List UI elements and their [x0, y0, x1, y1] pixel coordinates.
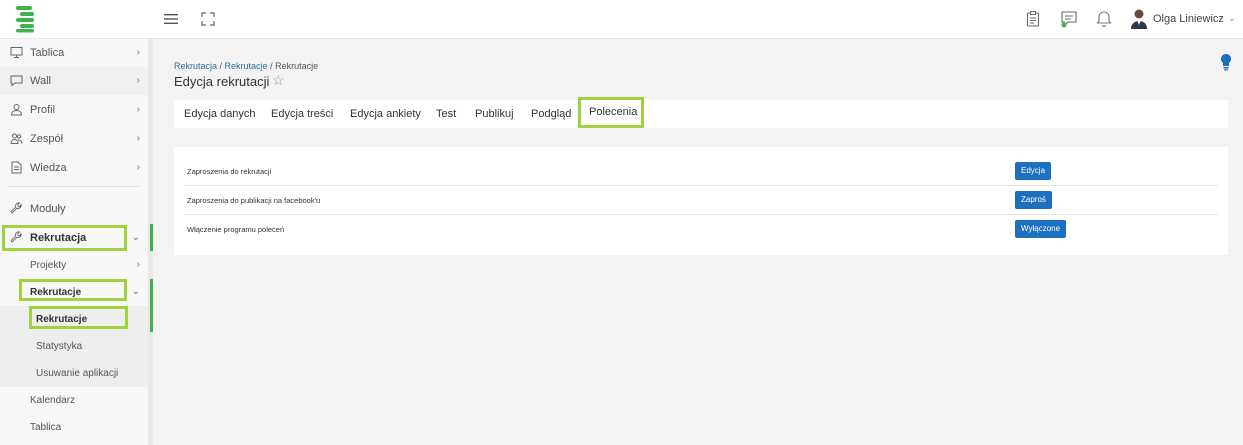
table-row: Włączenie programu poleceń Wyłączone: [184, 215, 1218, 244]
breadcrumb-link-rekrutacje[interactable]: Rekrutacje: [225, 61, 268, 71]
sidebar-item-wall[interactable]: Wall ›: [0, 67, 148, 95]
tab-edycja-danych[interactable]: Edycja danych: [184, 108, 256, 120]
lightbulb-icon[interactable]: [1220, 53, 1232, 71]
sidebar-item-wiedza[interactable]: Wiedza ›: [0, 154, 148, 182]
page-title: Edycja rekrutacji: [174, 74, 270, 89]
document-icon: [11, 161, 22, 174]
sidebar-subitem-label: Statystyka: [36, 341, 83, 352]
breadcrumb-current: Rekrutacje: [275, 61, 319, 71]
table-row: Zaproszenia do publikacji na facebook'u …: [184, 186, 1218, 215]
sidebar-subitem-label: Kalendarz: [30, 395, 76, 406]
sidebar-item-moduly[interactable]: Moduły: [0, 195, 148, 223]
chevron-right-icon: ›: [136, 133, 140, 144]
edycja-button[interactable]: Edycja: [1015, 162, 1052, 180]
chevron-down-icon: ⌄: [131, 232, 140, 243]
breadcrumb-link-rekrutacja[interactable]: Rekrutacja: [174, 61, 217, 71]
sidebar-subitem-label: Projekty: [30, 260, 67, 271]
messages-icon[interactable]: [1060, 10, 1078, 28]
chevron-right-icon: ›: [136, 162, 140, 173]
user-menu-chevron-icon[interactable]: ⌄: [1228, 13, 1236, 24]
row-label: Zaproszenia do rekrutacji: [187, 167, 272, 176]
chevron-right-icon: ›: [136, 75, 140, 86]
chevron-down-icon: ⌄: [131, 286, 140, 297]
sidebar-item-label: Tablica: [30, 47, 65, 59]
sidebar-item-label: Wiedza: [30, 162, 67, 174]
breadcrumb-separator: /: [267, 61, 276, 71]
fullscreen-icon[interactable]: [199, 10, 217, 28]
row-label: Zaproszenia do publikacji na facebook'u: [187, 196, 321, 205]
sidebar-item-zespol[interactable]: Zespół ›: [0, 125, 148, 153]
sidebar-subitem-tablica[interactable]: Tablica: [0, 414, 148, 441]
tab-test[interactable]: Test: [436, 108, 456, 120]
tab-edycja-ankiety[interactable]: Edycja ankiety: [350, 108, 421, 120]
breadcrumb: Rekrutacja / Rekrutacje / Rekrutacje: [174, 61, 318, 71]
sidebar-subitem-label: Tablica: [30, 422, 62, 433]
sidebar-item-label: Profil: [30, 104, 56, 116]
sidebar-item-label: Moduły: [30, 203, 66, 215]
tab-bar: Edycja danych Edycja treści Edycja ankie…: [174, 100, 1228, 128]
table-row: Zaproszenia do rekrutacji Edycja: [184, 157, 1218, 186]
tab-podglad[interactable]: Podgląd: [531, 108, 571, 120]
sidebar-subitem-projekty[interactable]: Projekty ›: [0, 252, 148, 279]
tab-publikuj[interactable]: Publikuj: [475, 108, 514, 120]
bell-icon[interactable]: [1095, 10, 1113, 28]
sidebar-subitem-label: Usuwanie aplikacji: [36, 368, 119, 379]
top-bar: Olga Liniewicz ⌄: [0, 0, 1243, 39]
sidebar-item-label: Zespół: [30, 133, 64, 145]
favorite-star-icon[interactable]: ☆: [272, 72, 285, 89]
highlight-box-rekrutacje: [19, 279, 127, 301]
wrench-icon: [10, 202, 22, 214]
avatar[interactable]: [1129, 8, 1149, 30]
chevron-right-icon: ›: [136, 104, 140, 115]
tab-edycja-tresci[interactable]: Edycja treści: [271, 108, 333, 120]
user-name[interactable]: Olga Liniewicz: [1153, 13, 1224, 25]
sidebar-item-profil[interactable]: Profil ›: [0, 96, 148, 124]
sidebar-item-tablica[interactable]: Tablica ›: [0, 39, 148, 67]
monitor-icon: [10, 47, 23, 58]
active-indicator-bar: [150, 279, 153, 332]
tab-polecenia-label: Polecenia: [589, 106, 638, 118]
user-icon: [10, 104, 23, 116]
team-icon: [10, 133, 23, 144]
row-label: Włączenie programu poleceń: [187, 225, 285, 234]
app-logo-icon[interactable]: [12, 5, 38, 33]
highlight-box-rekrutacje-leaf: [29, 306, 128, 329]
tab-polecenia[interactable]: Polecenia: [578, 97, 644, 128]
active-indicator-bar: [150, 224, 153, 251]
sidebar-subitem-usuwanie-aplikacji[interactable]: Usuwanie aplikacji: [0, 360, 148, 387]
sidebar-subitem-kalendarz[interactable]: Kalendarz: [0, 387, 148, 414]
settings-panel: Zaproszenia do rekrutacji Edycja Zaprosz…: [174, 147, 1228, 255]
chevron-right-icon: ›: [136, 259, 140, 270]
wylaczone-button[interactable]: Wyłączone: [1015, 220, 1067, 238]
highlight-box-rekrutacja: [2, 225, 127, 251]
chat-icon: [10, 75, 23, 87]
zapros-button[interactable]: Zaproś: [1015, 191, 1052, 209]
clipboard-icon[interactable]: [1024, 10, 1042, 28]
breadcrumb-separator: /: [217, 61, 225, 71]
sidebar-item-label: Wall: [30, 75, 51, 87]
hamburger-menu-icon[interactable]: [162, 10, 180, 28]
sidebar-divider: [8, 186, 140, 187]
chevron-right-icon: ›: [136, 47, 140, 58]
sidebar-subitem-statystyka[interactable]: Statystyka: [0, 333, 148, 360]
